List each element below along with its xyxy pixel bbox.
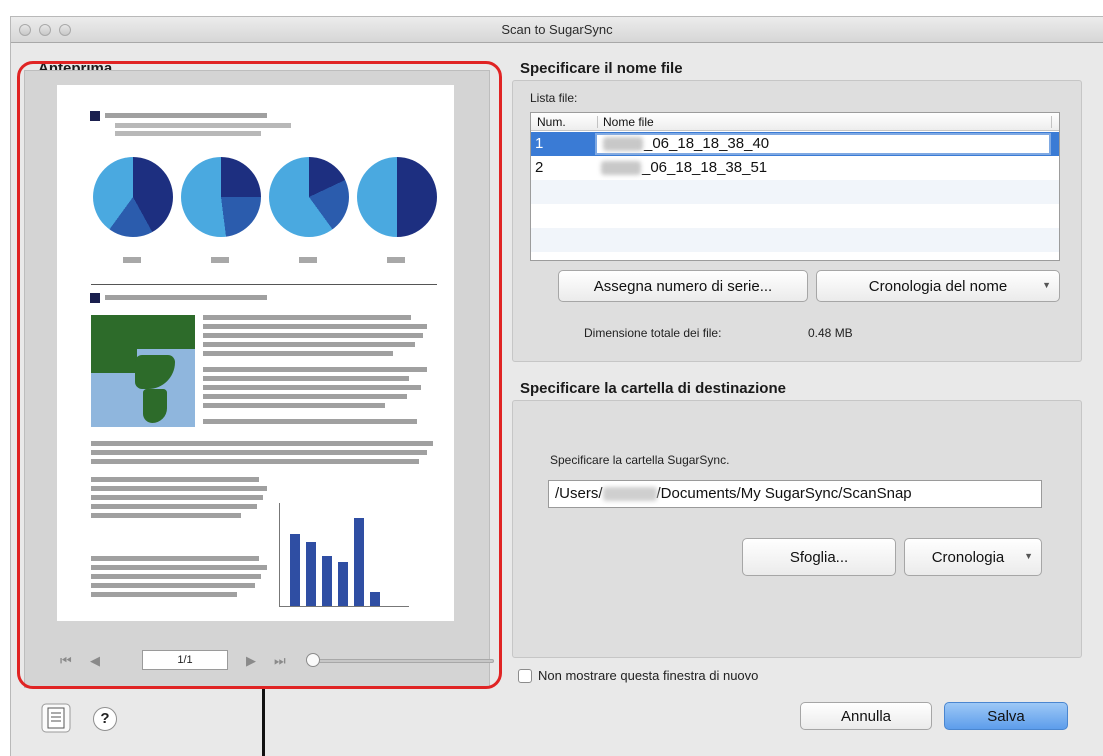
destination-group: [512, 400, 1082, 658]
file-list-header: Num. Nome file: [531, 113, 1059, 131]
file-name-section-label: Specificare il nome file: [520, 60, 683, 77]
cancel-button[interactable]: Annulla: [800, 702, 932, 730]
file-list-label: Lista file:: [530, 91, 578, 105]
first-page-icon[interactable]: ⏮: [60, 653, 72, 669]
destination-path-field[interactable]: /Users//Documents/My SugarSync/ScanSnap: [548, 480, 1042, 508]
previous-page-icon[interactable]: ◀: [90, 653, 100, 669]
dropdown-arrow-icon: ▼: [1042, 280, 1051, 290]
folder-history-button[interactable]: Cronologia ▼: [904, 538, 1042, 576]
next-page-icon[interactable]: ▶: [246, 653, 256, 669]
page-number-field[interactable]: 1/1: [142, 650, 228, 670]
file-row-1[interactable]: 1 _06_18_18_38_40: [531, 132, 1059, 156]
callout-line: [262, 689, 265, 756]
dropdown-arrow-icon: ▼: [1024, 551, 1033, 561]
save-button[interactable]: Salva: [944, 702, 1068, 730]
zoom-slider-track[interactable]: [316, 659, 494, 663]
browse-button[interactable]: Sfoglia...: [742, 538, 896, 576]
preview-page-thumbnail: [57, 85, 454, 621]
help-icon[interactable]: ?: [93, 707, 117, 731]
title-bar: Scan to SugarSync: [11, 17, 1103, 43]
file-row-name: _06_18_18_38_51: [601, 159, 767, 176]
name-history-button[interactable]: Cronologia del nome ▼: [816, 270, 1060, 302]
last-page-icon[interactable]: ⏭: [274, 653, 286, 669]
preview-pager: ⏮ ◀ 1/1 ▶ ⏭: [24, 650, 494, 672]
destination-section-label: Specificare la cartella di destinazione: [520, 380, 786, 397]
dont-show-again-checkbox[interactable]: [518, 669, 532, 683]
sugarsync-folder-label: Specificare la cartella SugarSync.: [550, 453, 730, 467]
file-row-num: 1: [535, 135, 544, 152]
window-title: Scan to SugarSync: [501, 22, 613, 37]
column-header-file-name[interactable]: Nome file: [603, 115, 654, 129]
file-name-edit-field[interactable]: _06_18_18_38_40: [595, 133, 1051, 155]
dont-show-again-label: Non mostrare questa finestra di nuovo: [538, 668, 759, 683]
total-size-value: 0.48 MB: [808, 326, 853, 340]
assign-serial-number-button[interactable]: Assegna numero di serie...: [558, 270, 808, 302]
file-row-num: 2: [535, 159, 544, 176]
total-size-label: Dimensione totale dei file:: [584, 326, 722, 340]
file-list-table: Num. Nome file 1 _06_18_18_38_40 2 _06_1…: [530, 112, 1060, 261]
column-header-num[interactable]: Num.: [537, 115, 566, 129]
zoom-slider-knob[interactable]: [306, 653, 320, 667]
scan-settings-icon[interactable]: [40, 702, 72, 734]
file-row-2[interactable]: 2 _06_18_18_38_51: [531, 156, 1059, 180]
